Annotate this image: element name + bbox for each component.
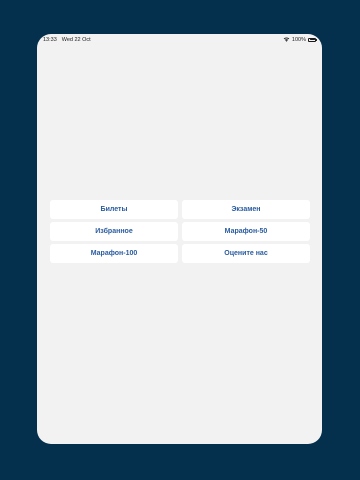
status-right: 100% <box>283 36 317 43</box>
exam-button[interactable]: Экзамен <box>182 200 310 219</box>
tickets-button[interactable]: Билеты <box>50 200 178 219</box>
battery-percent: 100% <box>291 36 306 43</box>
wifi-icon <box>283 37 290 42</box>
device-screen: 13:33 Wed 22 Oct 100% Билеты Экзамен Избр… <box>37 34 322 444</box>
status-date: Wed 22 Oct <box>61 37 91 43</box>
status-time: 13:33 <box>43 37 57 43</box>
favorites-button[interactable]: Избранное <box>50 222 178 241</box>
status-bar: 13:33 Wed 22 Oct 100% <box>37 34 322 46</box>
rate-us-button[interactable]: Оцените нас <box>182 244 310 263</box>
menu-grid: Билеты Экзамен Избранное Марафон-50 Мара… <box>50 200 310 263</box>
battery-icon <box>308 37 317 42</box>
status-left: 13:33 Wed 22 Oct <box>43 37 91 43</box>
marathon-50-button[interactable]: Марафон-50 <box>182 222 310 241</box>
marathon-100-button[interactable]: Марафон-100 <box>50 244 178 263</box>
